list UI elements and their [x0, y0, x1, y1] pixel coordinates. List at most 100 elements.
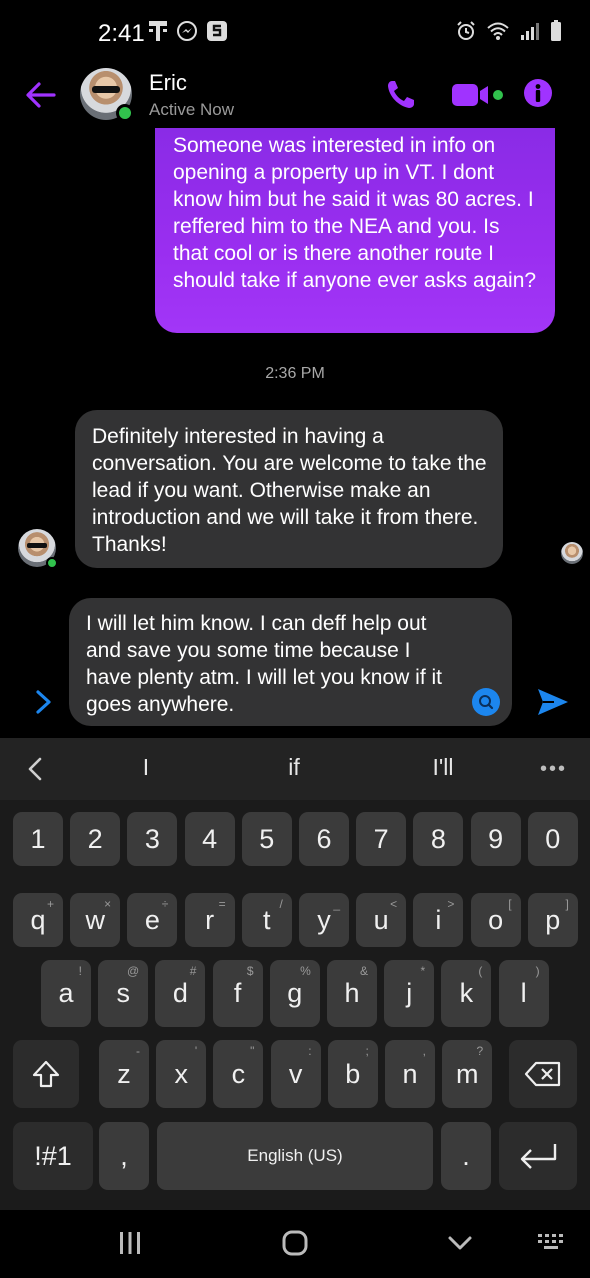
- chevron-right-icon[interactable]: [32, 688, 56, 716]
- key-t[interactable]: t /: [241, 893, 292, 947]
- comma-key-label: ,: [120, 1140, 128, 1171]
- chevron-left-icon[interactable]: [26, 756, 44, 782]
- key-s[interactable]: s @: [98, 960, 149, 1027]
- key-k-label: k: [459, 978, 474, 1008]
- key-9[interactable]: 9: [470, 812, 521, 866]
- online-status-dot: [116, 104, 134, 122]
- shift-key[interactable]: [13, 1040, 79, 1108]
- status-bar: 2:41: [0, 0, 590, 64]
- back-arrow-icon[interactable]: [24, 78, 58, 112]
- key-b[interactable]: b;: [327, 1040, 378, 1108]
- key-c-label: c: [231, 1058, 246, 1089]
- key-1-label: 1: [30, 823, 46, 854]
- key-m[interactable]: m?: [442, 1040, 493, 1108]
- space-key-label: English (US): [247, 1146, 343, 1165]
- period-key-label: .: [462, 1140, 470, 1171]
- key-x[interactable]: x ': [156, 1040, 207, 1108]
- wifi-icon: [486, 21, 510, 41]
- key-t-label: t: [263, 904, 271, 935]
- key-4[interactable]: 4: [184, 812, 235, 866]
- key-w[interactable]: w ×: [70, 893, 121, 947]
- suggestion-3[interactable]: I'll: [403, 754, 483, 781]
- key-q[interactable]: q +: [13, 893, 63, 947]
- key-u-label: u: [373, 904, 389, 935]
- key-0[interactable]: 0: [527, 812, 578, 866]
- more-options-icon[interactable]: •••: [540, 758, 567, 781]
- suggestion-2[interactable]: if: [254, 754, 334, 781]
- key-8[interactable]: 8: [413, 812, 464, 866]
- key-c[interactable]: c ": [213, 1040, 264, 1108]
- key-r-label: r: [205, 904, 215, 935]
- key-l-secondary: ): [535, 964, 540, 978]
- messenger-icon: [176, 20, 198, 42]
- period-key[interactable]: .: [441, 1122, 491, 1190]
- key-k[interactable]: k(: [441, 960, 492, 1027]
- video-icon[interactable]: [452, 78, 506, 110]
- key-e[interactable]: e ÷: [127, 893, 178, 947]
- key-6[interactable]: 6: [299, 812, 349, 866]
- key-j[interactable]: j *: [384, 960, 435, 1027]
- key-n[interactable]: n,: [385, 1040, 435, 1108]
- key-2-label: 2: [87, 823, 103, 854]
- key-c-secondary: ": [250, 1044, 255, 1058]
- search-icon[interactable]: [472, 688, 500, 716]
- key-p[interactable]: p]: [527, 893, 578, 947]
- symbols-key-label: !#1: [34, 1140, 72, 1171]
- key-v[interactable]: v:: [270, 1040, 321, 1108]
- key-o-label: o: [488, 904, 504, 935]
- key-r[interactable]: r =: [184, 893, 235, 947]
- key-d[interactable]: d #: [155, 960, 206, 1027]
- suggestion-1[interactable]: I: [106, 754, 186, 781]
- incoming-message[interactable]: Definitely interested in having a conver…: [75, 410, 503, 568]
- key-i[interactable]: i >: [413, 893, 464, 947]
- key-h[interactable]: h &: [327, 960, 377, 1027]
- comma-key[interactable]: ,: [99, 1122, 149, 1190]
- key-z[interactable]: z-: [99, 1040, 149, 1108]
- info-icon[interactable]: [523, 78, 553, 110]
- backspace-key[interactable]: [509, 1040, 577, 1108]
- key-f-secondary: $: [246, 964, 254, 978]
- outgoing-message[interactable]: Someone was interested in info on openin…: [155, 128, 555, 333]
- alarm-icon: [456, 21, 476, 41]
- key-a-secondary: !: [78, 964, 82, 978]
- key-5[interactable]: 5: [241, 812, 292, 866]
- key-3-label: 3: [144, 823, 160, 854]
- space-key[interactable]: English (US): [157, 1122, 433, 1190]
- key-6-label: 6: [316, 823, 332, 854]
- key-f[interactable]: f $: [212, 960, 263, 1027]
- recents-icon[interactable]: [117, 1230, 143, 1261]
- phone-icon[interactable]: [386, 78, 416, 110]
- key-l[interactable]: l): [498, 960, 549, 1027]
- key-h-secondary: &: [359, 964, 368, 978]
- enter-key[interactable]: [499, 1122, 577, 1190]
- keyboard-icon[interactable]: [537, 1230, 567, 1261]
- key-a[interactable]: a!: [41, 960, 91, 1027]
- key-w-label: w: [85, 904, 105, 935]
- key-d-label: d: [172, 978, 188, 1008]
- conversation-header: Eric Active Now: [0, 64, 590, 128]
- sender-avatar[interactable]: [18, 529, 58, 569]
- key-o[interactable]: o[: [470, 893, 521, 947]
- message-input[interactable]: I will let him know. I can deff help out…: [69, 598, 512, 726]
- key-1[interactable]: 1: [13, 812, 63, 866]
- send-icon[interactable]: [536, 685, 570, 719]
- key-2[interactable]: 2: [70, 812, 121, 866]
- home-icon[interactable]: [282, 1230, 308, 1261]
- key-3[interactable]: 3: [127, 812, 178, 866]
- s-app-icon: [206, 20, 228, 42]
- contact-name[interactable]: Eric: [149, 70, 187, 96]
- key-7[interactable]: 7: [356, 812, 407, 866]
- key-x-label: x: [174, 1058, 188, 1089]
- back-chevron-icon[interactable]: [447, 1230, 473, 1261]
- navigation-bar: [0, 1210, 590, 1278]
- key-r-secondary: =: [218, 897, 226, 911]
- key-y[interactable]: y _: [299, 893, 349, 947]
- key-n-secondary: ,: [422, 1044, 426, 1058]
- symbols-key[interactable]: !#1: [13, 1122, 93, 1190]
- key-x-secondary: ': [194, 1044, 198, 1058]
- status-time: 2:41: [98, 20, 145, 47]
- key-a-label: a: [58, 978, 74, 1008]
- key-z-secondary: -: [136, 1044, 140, 1058]
- key-g[interactable]: g%: [269, 960, 320, 1027]
- key-u[interactable]: u <: [356, 893, 407, 947]
